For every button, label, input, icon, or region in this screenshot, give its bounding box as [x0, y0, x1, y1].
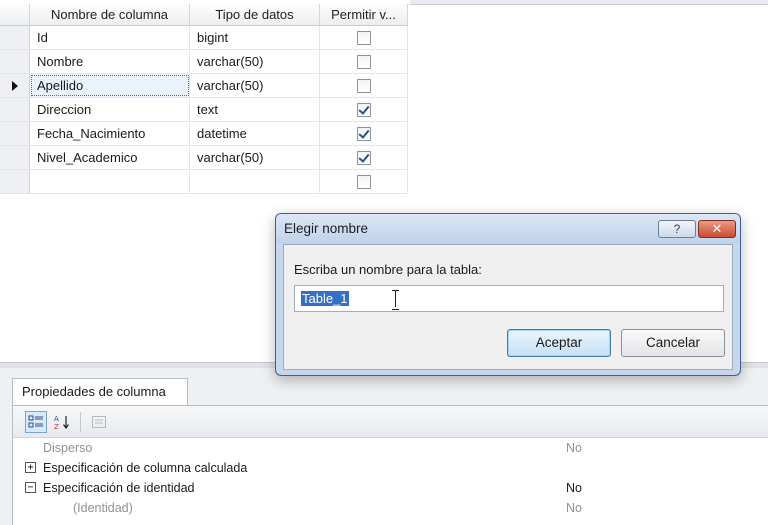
header-column-name[interactable]: Nombre de columna: [30, 4, 190, 25]
help-button[interactable]: ?: [658, 220, 696, 238]
dialog-title: Elegir nombre: [284, 221, 369, 236]
table-name-input[interactable]: Table_1: [294, 285, 724, 312]
allow-nulls-cell: [320, 50, 408, 73]
close-button[interactable]: ✕: [698, 220, 736, 238]
dialog-title-bar[interactable]: Elegir nombre ? ✕: [276, 214, 740, 244]
text-cursor-icon: [392, 289, 400, 310]
property-row[interactable]: (Identidad) No: [13, 498, 768, 518]
data-type-cell[interactable]: [190, 170, 320, 193]
allow-nulls-cell: [320, 146, 408, 169]
ok-button[interactable]: Aceptar: [507, 329, 611, 357]
data-type-cell[interactable]: varchar(50): [190, 74, 320, 97]
table-row[interactable]: Nombre varchar(50): [0, 50, 408, 74]
table-name-selected-text[interactable]: Table_1: [301, 291, 349, 306]
row-selector[interactable]: [0, 170, 30, 193]
row-selector[interactable]: [0, 50, 30, 73]
allow-nulls-checkbox[interactable]: [356, 102, 371, 117]
column-name-cell[interactable]: Fecha_Nacimiento: [30, 122, 190, 145]
row-selector[interactable]: [0, 26, 30, 49]
row-selector[interactable]: [0, 146, 30, 169]
property-pages-icon[interactable]: [88, 411, 110, 433]
property-value[interactable]: No: [566, 441, 582, 455]
allow-nulls-checkbox[interactable]: [356, 54, 371, 69]
property-row[interactable]: + Especificación de columna calculada: [13, 458, 768, 478]
choose-name-dialog: Elegir nombre ? ✕ Escriba un nombre para…: [275, 213, 741, 376]
allow-nulls-cell: [320, 122, 408, 145]
property-name: Especificación de identidad: [43, 481, 195, 495]
toolbar-separator: [80, 411, 81, 432]
grid-header: Nombre de columna Tipo de datos Permitir…: [0, 4, 408, 26]
property-name: Especificación de columna calculada: [43, 461, 248, 475]
categorized-icon[interactable]: [25, 410, 47, 433]
column-name-cell[interactable]: Apellido: [30, 74, 190, 97]
document-tab-strip: [410, 0, 768, 5]
column-name-cell[interactable]: Nombre: [30, 50, 190, 73]
collapse-icon[interactable]: −: [25, 482, 36, 493]
property-toolbar: AZ: [13, 406, 768, 438]
table-row[interactable]: Id bigint: [0, 26, 408, 50]
property-value[interactable]: No: [566, 481, 582, 495]
cancel-button[interactable]: Cancelar: [621, 329, 725, 357]
row-selector-header: [0, 4, 30, 25]
allow-nulls-checkbox[interactable]: [356, 78, 371, 93]
property-name: Disperso: [43, 441, 93, 455]
property-name: (Identidad): [73, 501, 133, 515]
column-name-cell[interactable]: Id: [30, 26, 190, 49]
table-row-new[interactable]: [0, 170, 408, 194]
allow-nulls-checkbox[interactable]: [356, 174, 371, 189]
property-grid: AZ Disperso No + Especificación de colum…: [12, 405, 768, 525]
data-type-cell[interactable]: bigint: [190, 26, 320, 49]
header-allow-nulls[interactable]: Permitir v...: [320, 4, 408, 25]
row-selector[interactable]: [0, 98, 30, 121]
column-name-cell[interactable]: [30, 170, 190, 193]
expand-icon[interactable]: +: [25, 462, 36, 473]
tab-column-properties[interactable]: Propiedades de columna: [12, 378, 188, 406]
column-name-cell[interactable]: Nivel_Academico: [30, 146, 190, 169]
table-name-prompt: Escriba un nombre para la tabla:: [294, 262, 482, 277]
data-type-cell[interactable]: varchar(50): [190, 146, 320, 169]
allow-nulls-cell: [320, 26, 408, 49]
dialog-body: Escriba un nombre para la tabla: Table_1…: [283, 244, 733, 370]
property-value[interactable]: No: [566, 501, 582, 515]
row-selector[interactable]: [0, 74, 30, 97]
allow-nulls-cell: [320, 98, 408, 121]
current-row-arrow-icon: [12, 81, 18, 91]
allow-nulls-cell: [320, 74, 408, 97]
sort-alphabetical-icon[interactable]: AZ: [51, 411, 73, 433]
table-row[interactable]: Nivel_Academico varchar(50): [0, 146, 408, 170]
columns-grid: Nombre de columna Tipo de datos Permitir…: [0, 4, 408, 194]
svg-text:Z: Z: [54, 423, 59, 430]
svg-text:A: A: [54, 415, 59, 423]
allow-nulls-cell: [320, 170, 408, 193]
header-data-type[interactable]: Tipo de datos: [190, 4, 320, 25]
allow-nulls-checkbox[interactable]: [356, 150, 371, 165]
table-row[interactable]: Direccion text: [0, 98, 408, 122]
data-type-cell[interactable]: datetime: [190, 122, 320, 145]
data-type-cell[interactable]: varchar(50): [190, 50, 320, 73]
table-row[interactable]: Fecha_Nacimiento datetime: [0, 122, 408, 146]
property-row[interactable]: Disperso No: [13, 438, 768, 458]
allow-nulls-checkbox[interactable]: [356, 126, 371, 141]
column-properties-panel: Propiedades de columna AZ Disperso No + …: [0, 368, 768, 525]
column-name-cell[interactable]: Direccion: [30, 98, 190, 121]
data-type-cell[interactable]: text: [190, 98, 320, 121]
row-selector[interactable]: [0, 122, 30, 145]
allow-nulls-checkbox[interactable]: [356, 30, 371, 45]
property-row[interactable]: − Especificación de identidad No: [13, 478, 768, 498]
table-row[interactable]: Apellido varchar(50): [0, 74, 408, 98]
